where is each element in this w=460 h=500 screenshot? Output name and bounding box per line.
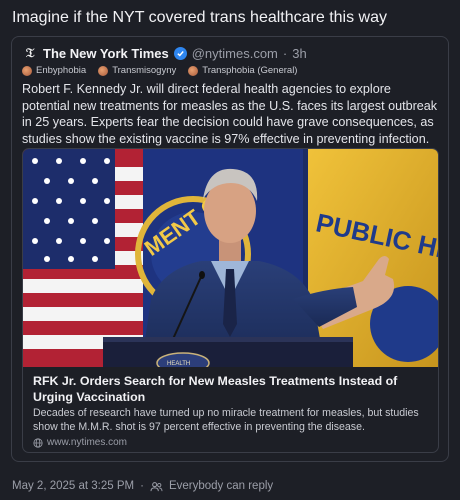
moderation-labels: Enbyphobia Transmisogyny Transphobia (Ge… bbox=[22, 65, 297, 76]
quote-text: Robert F. Kennedy Jr. will direct federa… bbox=[22, 82, 438, 146]
article-description: Decades of research have turned up no mi… bbox=[33, 407, 419, 433]
article-thumbnail: MENT OF PUBLIC HE HEALTH bbox=[23, 149, 438, 367]
verified-badge-icon bbox=[173, 46, 187, 60]
globe-icon bbox=[33, 437, 43, 448]
post-text: Imagine if the NYT covered trans healthc… bbox=[12, 9, 387, 26]
people-icon bbox=[150, 481, 163, 491]
post-age: 3h bbox=[292, 45, 307, 61]
author-handle[interactable]: @nytimes.com bbox=[192, 46, 278, 61]
label-text: Transmisogyny bbox=[112, 65, 177, 76]
article-title[interactable]: RFK Jr. Orders Search for New Measles Tr… bbox=[33, 374, 428, 405]
nyt-logo-icon[interactable]: 𝔗 bbox=[22, 45, 38, 61]
quote-header: 𝔗 The New York Times @nytimes.com · 3h bbox=[22, 43, 307, 63]
label-chip[interactable]: Enbyphobia bbox=[22, 65, 86, 76]
quoted-post[interactable]: 𝔗 The New York Times @nytimes.com · 3h E… bbox=[11, 36, 449, 462]
post-timestamp[interactable]: May 2, 2025 at 3:25 PM bbox=[12, 480, 134, 492]
domain-text: www.nytimes.com bbox=[47, 437, 128, 448]
dot-separator: · bbox=[140, 480, 144, 492]
labeler-avatar-icon bbox=[98, 65, 109, 76]
label-text: Transphobia (General) bbox=[202, 65, 298, 76]
post-footer: May 2, 2025 at 3:25 PM · Everybody can r… bbox=[12, 480, 273, 492]
author-name[interactable]: The New York Times bbox=[43, 46, 169, 61]
label-text: Enbyphobia bbox=[36, 65, 87, 76]
link-card[interactable]: MENT OF PUBLIC HE HEALTH RFK Jr. Orders … bbox=[22, 148, 439, 453]
label-chip[interactable]: Transphobia (General) bbox=[188, 65, 297, 76]
labeler-avatar-icon bbox=[188, 65, 199, 76]
reply-setting[interactable]: Everybody can reply bbox=[169, 480, 273, 492]
podium-text: HEALTH bbox=[167, 361, 190, 367]
flag-graphic bbox=[23, 149, 143, 367]
labeler-avatar-icon bbox=[22, 65, 32, 76]
label-chip[interactable]: Transmisogyny bbox=[98, 65, 176, 76]
dot-separator: · bbox=[282, 45, 288, 61]
article-domain: www.nytimes.com bbox=[33, 437, 127, 448]
